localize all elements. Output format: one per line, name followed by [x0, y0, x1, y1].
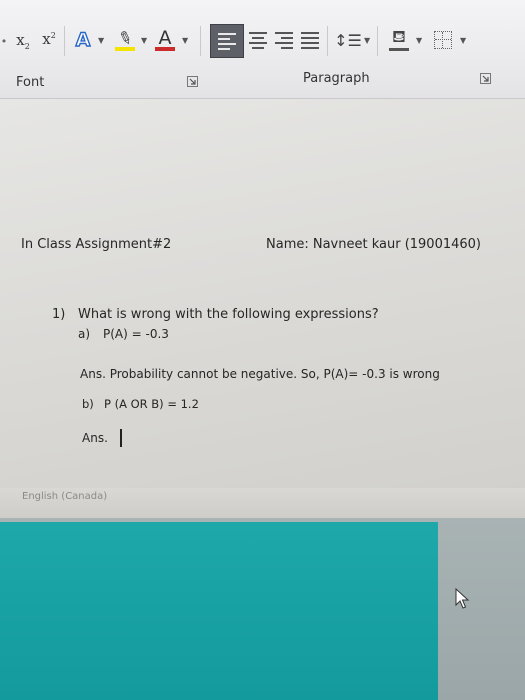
ribbon-overflow-marker: •	[0, 34, 8, 48]
ribbon: • x2 x2 A ▼ ✎ ▼ A ▼ ↕☰ ▼ ⛾ ▼ ▼ Font Para…	[0, 0, 525, 99]
highlight-button[interactable]: ✎	[112, 26, 138, 54]
paragraph-group-label: Paragraph	[303, 71, 370, 86]
text-effects-button[interactable]: A	[70, 28, 96, 52]
paragraph-dialog-launcher-icon[interactable]	[480, 73, 491, 84]
font-color-swatch	[155, 47, 175, 51]
ribbon-separator	[377, 26, 378, 56]
line-spacing-icon: ↕☰	[334, 30, 362, 50]
borders-dropdown-icon[interactable]: ▼	[460, 36, 466, 45]
subscript-icon: x2	[16, 31, 30, 51]
mouse-pointer-icon	[455, 588, 470, 609]
borders-button[interactable]	[430, 26, 456, 54]
align-left-button[interactable]	[210, 24, 244, 58]
text-effects-icon: A	[75, 28, 91, 51]
item-a-answer: Ans. Probability cannot be negative. So,…	[80, 367, 440, 381]
superscript-button[interactable]: x2	[38, 28, 60, 50]
screen: • x2 x2 A ▼ ✎ ▼ A ▼ ↕☰ ▼ ⛾ ▼ ▼ Font Para…	[0, 0, 525, 700]
item-a-label: a)	[78, 327, 91, 341]
question-number: 1)	[52, 307, 66, 322]
text-effects-dropdown-icon[interactable]: ▼	[98, 36, 104, 45]
line-spacing-dropdown-icon[interactable]: ▼	[364, 36, 370, 45]
font-color-button[interactable]: A	[152, 24, 178, 54]
align-right-button[interactable]	[272, 26, 296, 54]
text-cursor	[120, 429, 122, 447]
ribbon-separator	[64, 26, 65, 56]
align-center-icon	[249, 31, 267, 49]
subscript-button[interactable]: x2	[12, 30, 34, 52]
line-spacing-button[interactable]: ↕☰	[334, 26, 362, 54]
align-right-icon	[275, 31, 293, 49]
taskbar-panel	[0, 522, 438, 700]
justify-icon	[301, 31, 319, 49]
student-name-heading: Name: Navneet kaur (19001460)	[266, 237, 482, 252]
item-b-answer: Ans.	[82, 431, 108, 445]
justify-button[interactable]	[298, 26, 322, 54]
item-a-expression: P(A) = -0.3	[103, 327, 169, 341]
font-group-label: Font	[16, 75, 45, 90]
shading-color-swatch	[389, 48, 409, 51]
borders-icon	[434, 31, 452, 49]
language-indicator[interactable]: English (Canada)	[22, 491, 107, 502]
font-dialog-launcher-icon[interactable]	[187, 76, 198, 87]
align-center-button[interactable]	[246, 26, 270, 54]
paint-bucket-icon: ⛾	[392, 27, 406, 47]
item-b-label: b)	[82, 397, 94, 411]
item-b-expression: P (A OR B) = 1.2	[104, 397, 199, 411]
font-color-icon: A	[158, 27, 172, 49]
shading-dropdown-icon[interactable]: ▼	[416, 36, 422, 45]
question-text: What is wrong with the following express…	[78, 307, 379, 322]
align-left-icon	[218, 32, 236, 50]
document-page[interactable]: In Class Assignment#2 Name: Navneet kaur…	[0, 99, 525, 519]
shading-button[interactable]: ⛾	[386, 24, 412, 54]
ribbon-separator	[200, 26, 201, 56]
font-color-dropdown-icon[interactable]: ▼	[182, 36, 188, 45]
ribbon-separator	[327, 26, 328, 56]
superscript-icon: x2	[42, 30, 56, 48]
assignment-heading: In Class Assignment#2	[21, 237, 172, 252]
highlight-dropdown-icon[interactable]: ▼	[141, 36, 147, 45]
